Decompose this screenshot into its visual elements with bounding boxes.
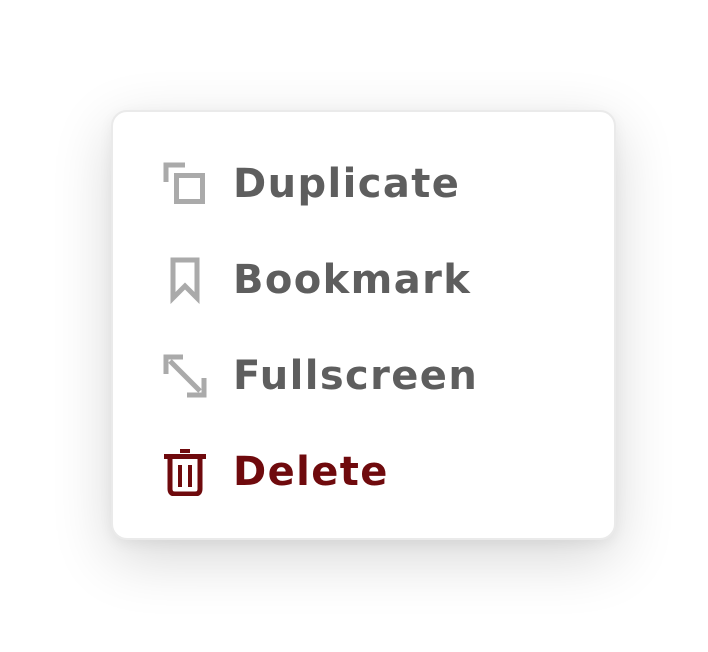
duplicate-icon <box>161 160 209 208</box>
context-menu: Duplicate Bookmark Fullscreen Delete <box>111 110 616 540</box>
menu-item-label: Duplicate <box>233 161 461 207</box>
menu-item-delete[interactable]: Delete <box>113 424 614 520</box>
menu-item-label: Delete <box>233 449 389 495</box>
bookmark-icon <box>161 256 209 304</box>
menu-item-bookmark[interactable]: Bookmark <box>113 232 614 328</box>
menu-item-label: Fullscreen <box>233 353 479 399</box>
menu-item-fullscreen[interactable]: Fullscreen <box>113 328 614 424</box>
trash-icon <box>161 448 209 496</box>
menu-item-label: Bookmark <box>233 257 472 303</box>
menu-item-duplicate[interactable]: Duplicate <box>113 136 614 232</box>
fullscreen-icon <box>161 352 209 400</box>
